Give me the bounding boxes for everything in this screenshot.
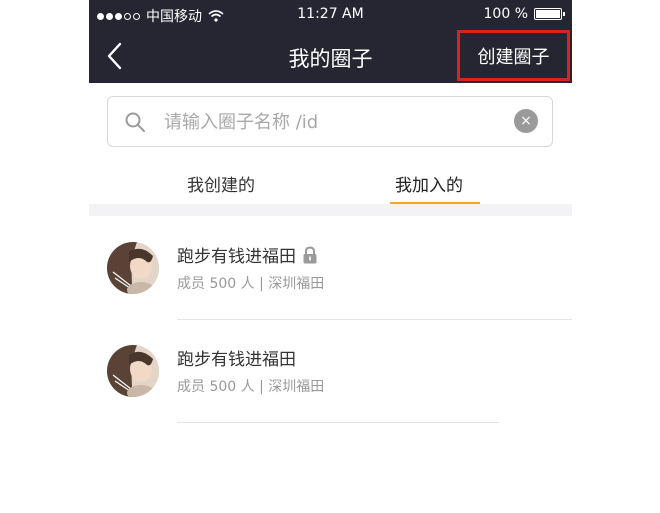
circle-meta: 成员 500 人 | 深圳福田 — [177, 379, 325, 395]
circle-name: 跑步有钱进福田 — [177, 345, 296, 370]
avatar — [107, 242, 159, 294]
list-item[interactable]: 跑步有钱进福田 成员 500 人 | 深圳福田 — [89, 320, 572, 422]
create-circle-button[interactable]: 创建圈子 — [457, 30, 570, 81]
circle-name-label: 跑步有钱进福田 — [177, 247, 296, 267]
search-box: × — [107, 96, 553, 148]
lock-icon — [303, 245, 317, 263]
avatar — [107, 345, 159, 397]
battery-percent: 100 % — [483, 6, 528, 22]
status-bar: 中国移动 11:27 AM 100 % — [89, 0, 572, 30]
tab-bar: 我创建的 我加入的 — [89, 160, 572, 205]
section-separator — [89, 204, 572, 216]
status-right: 100 % — [483, 6, 565, 22]
tab-joined[interactable]: 我加入的 — [395, 171, 463, 196]
circle-name: 跑步有钱进福田 — [177, 242, 318, 267]
header: 中国移动 11:27 AM 100 % 我的圈子 创建圈子 — [89, 0, 572, 83]
search-input[interactable] — [162, 97, 506, 148]
circle-name-label: 跑步有钱进福田 — [177, 350, 296, 370]
circle-meta: 成员 500 人 | 深圳福田 — [177, 276, 325, 292]
list-item[interactable]: 跑步有钱进福田 成员 500 人 | 深圳福田 — [89, 217, 572, 319]
tab-created[interactable]: 我创建的 — [187, 171, 255, 196]
phone-screen: 中国移动 11:27 AM 100 % 我的圈子 创建圈子 请输入圈子名称 /i… — [89, 0, 572, 513]
list-divider — [177, 422, 499, 423]
clear-icon[interactable]: × — [514, 109, 538, 133]
navbar: 我的圈子 创建圈子 — [89, 30, 572, 83]
search-icon — [125, 112, 145, 132]
battery-icon — [534, 8, 565, 20]
